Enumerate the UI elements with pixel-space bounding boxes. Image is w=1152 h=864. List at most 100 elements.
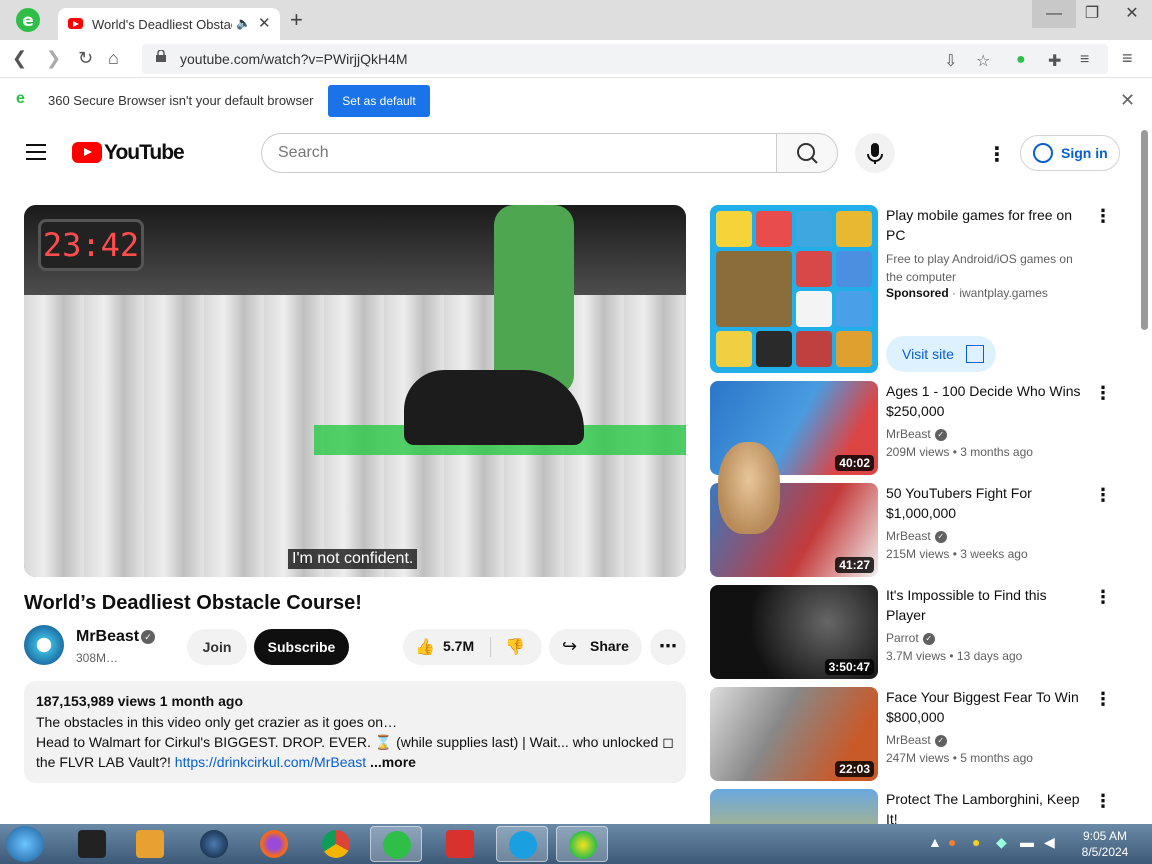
visit-site-button[interactable]: Visit site xyxy=(886,336,996,372)
taskbar-app-media[interactable] xyxy=(124,826,176,862)
scrollbar-thumb[interactable] xyxy=(1141,130,1148,330)
views-label: 215M views xyxy=(886,547,950,561)
ad-kebab-icon[interactable]: ⋮ xyxy=(1094,206,1112,227)
recommendation-thumbnail[interactable]: 3:50:47 xyxy=(710,585,878,679)
sponsored-label: Sponsored xyxy=(886,286,949,300)
page-scrollbar[interactable] xyxy=(1137,122,1152,824)
kebab-menu-icon[interactable]: ⋮ xyxy=(1094,791,1110,812)
recommendation-title[interactable]: Protect The Lamborghini, Keep It! xyxy=(886,789,1086,824)
address-bar[interactable]: youtube.com/watch?v=PWirjjQkH4M ⇩ ☆ ● ✚ … xyxy=(142,44,1108,74)
channel-avatar[interactable] xyxy=(24,625,64,665)
taskbar-app-globe[interactable] xyxy=(188,826,240,862)
description-box[interactable]: 187,153,989 views 1 month ago The obstac… xyxy=(24,681,686,783)
recommendation-thumbnail[interactable]: 22:03 xyxy=(710,687,878,781)
youtube-logo-text[interactable]: YouTube xyxy=(104,141,185,165)
kebab-menu-icon[interactable]: ⋮ xyxy=(1094,485,1112,506)
sign-in-button[interactable]: Sign in xyxy=(1020,135,1120,171)
browser-menu-icon[interactable]: ≡ xyxy=(1122,48,1133,69)
recommendation-channel[interactable]: MrBeast ✓ xyxy=(886,733,947,747)
kebab-menu-icon[interactable]: ⋮ xyxy=(1094,587,1112,608)
search-button[interactable] xyxy=(776,133,838,173)
description-line-2: Head to Walmart for Cirkul's BIGGEST. DR… xyxy=(36,734,674,750)
show-more-link[interactable]: ...more xyxy=(366,754,416,770)
channel-name[interactable]: MrBeast xyxy=(76,628,139,646)
taskbar-app-firefox[interactable] xyxy=(248,826,300,862)
back-icon[interactable]: ❮ xyxy=(12,48,27,69)
bookmark-star-icon[interactable]: ☆ xyxy=(976,51,990,71)
browser-tab[interactable]: World's Deadliest Obstacle Course! - You… xyxy=(58,8,280,40)
description-line-3: the FLVR LAB Vault?! https://drinkcirkul… xyxy=(36,754,416,770)
playlist-icon[interactable]: ≡ xyxy=(1080,51,1089,69)
like-icon[interactable]: 👍 xyxy=(415,637,435,657)
verified-check-icon: ✓ xyxy=(934,428,947,441)
description-link[interactable]: https://drinkcirkul.com/MrBeast xyxy=(175,754,366,770)
visit-site-label: Visit site xyxy=(902,346,954,362)
ad-games-grid xyxy=(716,211,872,367)
kebab-menu-icon[interactable]: ⋮ xyxy=(1094,689,1112,710)
guide-menu-icon[interactable] xyxy=(26,144,46,160)
security-check-icon[interactable]: ● xyxy=(1016,51,1026,69)
reload-icon[interactable]: ↻ xyxy=(78,48,93,69)
taskbar-app-skype[interactable] xyxy=(496,826,548,862)
tab-title: World's Deadliest Obstacle Course! - You… xyxy=(92,17,232,32)
recommendation-title[interactable]: Ages 1 - 100 Decide Who Wins $250,000 xyxy=(886,381,1086,421)
speaker-icon[interactable]: 🔈 xyxy=(236,16,251,30)
maximize-button[interactable]: ❐ xyxy=(1070,0,1114,28)
tray-expand-icon[interactable]: ▲ xyxy=(928,834,942,850)
set-as-default-button[interactable]: Set as default xyxy=(328,85,430,117)
tray-volume-icon[interactable]: ◀ xyxy=(1044,834,1055,851)
recommendation-channel[interactable]: MrBeast ✓ xyxy=(886,529,947,543)
verified-check-icon: ✓ xyxy=(934,734,947,747)
ad-title[interactable]: Play mobile games for free on PC xyxy=(886,205,1086,245)
kebab-menu-icon[interactable]: ⋮ xyxy=(1094,383,1112,404)
video-player[interactable]: 23:42 I'm not confident. xyxy=(24,205,686,577)
recommendation-meta: 3.7M views • 13 days ago xyxy=(886,649,1023,663)
recommendation-title[interactable]: Face Your Biggest Fear To Win $800,000 xyxy=(886,687,1086,727)
voice-search-button[interactable] xyxy=(855,133,895,173)
infobar-close-icon[interactable]: ✕ xyxy=(1120,90,1135,111)
settings-kebab-icon[interactable]: ⋮ xyxy=(987,142,1007,167)
recommendation-thumbnail[interactable] xyxy=(710,789,878,824)
more-actions-button[interactable]: ⋯ xyxy=(650,629,686,665)
recommendation-channel[interactable]: MrBeast ✓ xyxy=(886,427,947,441)
home-icon[interactable]: ⌂ xyxy=(108,48,119,69)
taskbar-app-360security[interactable] xyxy=(556,826,608,862)
taskbar-app-chrome[interactable] xyxy=(310,826,362,862)
tray-display-icon[interactable]: ▬ xyxy=(1020,834,1034,850)
taskbar-app-360browser[interactable] xyxy=(370,826,422,862)
recommendation-title[interactable]: 50 YouTubers Fight For $1,000,000 xyxy=(886,483,1086,523)
join-button[interactable]: Join xyxy=(187,629,247,665)
recommendation-channel[interactable]: Parrot ✓ xyxy=(886,631,935,645)
recommendation-item[interactable]: Protect The Lamborghini, Keep It! ⋮ xyxy=(710,789,1110,824)
taskbar-app-wps[interactable] xyxy=(434,826,486,862)
recommendation-title[interactable]: It's Impossible to Find this Player xyxy=(886,585,1086,625)
forward-icon[interactable]: ❯ xyxy=(46,48,61,69)
taskbar-clock[interactable]: 9:05 AM 8/5/2024 xyxy=(1070,828,1140,860)
search-box[interactable] xyxy=(261,133,777,173)
window-close-button[interactable]: ✕ xyxy=(1110,0,1152,28)
dislike-icon[interactable]: 👎 xyxy=(505,637,525,657)
start-button-icon[interactable] xyxy=(6,826,44,862)
youtube-logo-icon[interactable] xyxy=(72,142,102,163)
url-text: youtube.com/watch?v=PWirjjQkH4M xyxy=(180,51,408,67)
recommendation-item[interactable]: 22:03 Face Your Biggest Fear To Win $800… xyxy=(710,687,1112,781)
tray-app-icon[interactable]: ● xyxy=(948,834,956,850)
360-browser-logo-icon[interactable]: e xyxy=(14,6,42,34)
ad-domain: · iwantplay.games xyxy=(948,286,1048,300)
search-input[interactable] xyxy=(278,142,758,164)
download-icon[interactable]: ⇩ xyxy=(944,51,957,71)
views-label: 247M views xyxy=(886,751,950,765)
subscribe-button[interactable]: Subscribe xyxy=(254,629,349,665)
like-dislike-group: 👍 5.7M 👎 xyxy=(403,629,542,665)
tray-network-icon[interactable]: ◆ xyxy=(996,834,1007,851)
tray-security-icon[interactable]: ● xyxy=(972,834,980,850)
views-label: 3.7M views xyxy=(886,649,947,663)
new-tab-icon[interactable]: + xyxy=(290,9,303,31)
ad-thumbnail[interactable] xyxy=(710,205,878,373)
recommendation-item[interactable]: 3:50:47 It's Impossible to Find this Pla… xyxy=(710,585,1112,679)
share-button[interactable]: ↪ Share xyxy=(549,629,642,665)
taskbar-app-terminal[interactable] xyxy=(66,826,118,862)
extensions-icon[interactable]: ✚ xyxy=(1048,51,1061,71)
tab-close-icon[interactable]: ✕ xyxy=(258,14,271,32)
like-count[interactable]: 5.7M xyxy=(443,638,474,654)
